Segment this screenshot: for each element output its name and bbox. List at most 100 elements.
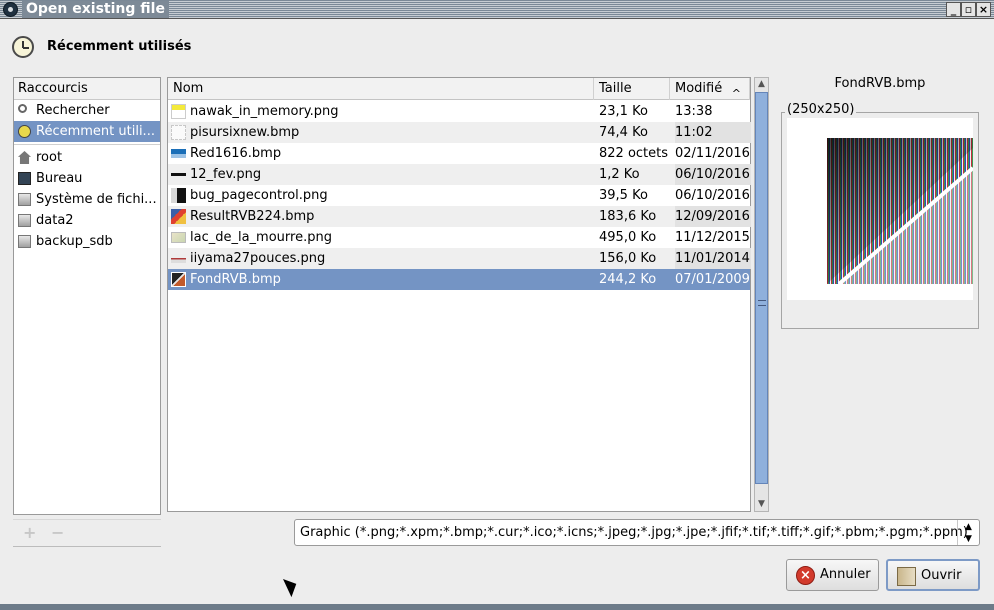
file-modified: 11:02 xyxy=(675,122,751,143)
shortcut-recent[interactable]: Récemment utili... xyxy=(14,121,160,142)
shortcut-root[interactable]: root xyxy=(14,147,160,168)
file-modified: 11/01/2014 xyxy=(675,248,751,269)
bmp-file-icon xyxy=(171,125,186,140)
file-modified: 12/09/2016 xyxy=(675,206,751,227)
title-bar: Open existing file _ ▫ × xyxy=(0,0,994,19)
remove-shortcut-button[interactable]: − xyxy=(51,523,64,542)
mouse-cursor-icon xyxy=(283,574,301,598)
file-modified: 02/11/2016 xyxy=(675,146,750,161)
file-type-filter[interactable]: Graphic (*.png;*.xpm;*.bmp;*.cur;*.ico;*… xyxy=(294,519,980,546)
column-modified[interactable]: Modifié ^ xyxy=(670,78,750,100)
shortcut-label: Rechercher xyxy=(36,103,110,118)
file-name: FondRVB.bmp xyxy=(190,272,281,287)
file-size: 23,1 Ko xyxy=(599,104,648,119)
shortcut-label: Récemment utili... xyxy=(36,124,155,139)
preview-image xyxy=(787,118,973,300)
updown-arrow-icon: ▲ ▼ xyxy=(957,520,979,545)
file-size: 39,5 Ko xyxy=(599,188,648,203)
file-modified: 06/10/2016 xyxy=(675,164,751,185)
png-file-icon xyxy=(171,254,186,263)
shortcut-label: Bureau xyxy=(36,171,83,186)
file-name: lac_de_la_mourre.png xyxy=(190,230,332,245)
open-button[interactable]: Ouvrir xyxy=(886,559,980,591)
file-name: Red1616.bmp xyxy=(190,146,282,161)
file-name: pisursixnew.bmp xyxy=(190,125,300,140)
file-list: Nom Taille Modifié ^ nawak_in_memory.png… xyxy=(167,77,751,512)
window-title: Open existing file xyxy=(22,1,169,18)
file-modified: 11/12/2015 xyxy=(675,230,750,245)
file-row[interactable]: iiyama27pouces.png 156,0 Ko 11/01/2014 xyxy=(168,248,751,269)
maximize-button[interactable]: ▫ xyxy=(961,2,976,17)
shortcuts-panel: Raccourcis Rechercher Récemment utili...… xyxy=(13,77,161,515)
cancel-button-label: Annuler xyxy=(820,567,871,582)
file-name: nawak_in_memory.png xyxy=(190,104,339,119)
window-bottom-border xyxy=(0,604,994,610)
desktop-icon xyxy=(18,172,31,185)
file-row[interactable]: nawak_in_memory.png 23,1 Ko 13:38 xyxy=(168,101,750,122)
file-size: 156,0 Ko xyxy=(599,251,657,266)
png-file-icon xyxy=(171,173,186,176)
file-size: 183,6 Ko xyxy=(599,209,657,224)
file-name: iiyama27pouces.png xyxy=(190,251,326,266)
file-row[interactable]: pisursixnew.bmp 74,4 Ko 11:02 xyxy=(168,122,751,143)
file-row[interactable]: 12_fev.png 1,2 Ko 06/10/2016 xyxy=(168,164,751,185)
shortcut-filesystem[interactable]: Système de fichi... xyxy=(14,189,160,210)
file-name: bug_pagecontrol.png xyxy=(190,188,328,203)
drive-icon xyxy=(18,193,31,206)
add-shortcut-button[interactable]: + xyxy=(23,523,36,542)
file-modified: 07/01/2009 xyxy=(675,272,750,287)
scroll-down-icon[interactable]: ▼ xyxy=(755,498,768,511)
png-file-icon xyxy=(171,188,186,203)
recent-clock-icon xyxy=(12,36,34,58)
png-file-icon xyxy=(171,232,186,243)
shortcut-data2[interactable]: data2 xyxy=(14,210,160,231)
shortcut-label: data2 xyxy=(36,213,74,228)
file-modified: 06/10/2016 xyxy=(675,188,750,203)
file-row-selected[interactable]: FondRVB.bmp 244,2 Ko 07/01/2009 xyxy=(168,269,750,290)
open-folder-icon xyxy=(897,567,916,586)
shortcut-desktop[interactable]: Bureau xyxy=(14,168,160,189)
search-icon xyxy=(18,104,27,113)
app-icon xyxy=(3,2,18,17)
scroll-thumb[interactable] xyxy=(755,92,768,484)
column-name[interactable]: Nom xyxy=(168,78,594,100)
shortcut-label: backup_sdb xyxy=(36,234,113,249)
home-icon xyxy=(18,151,31,164)
grip-icon xyxy=(758,300,766,306)
shortcut-search[interactable]: Rechercher xyxy=(14,100,160,121)
file-row[interactable]: bug_pagecontrol.png 39,5 Ko 06/10/2016 xyxy=(168,185,750,206)
file-size: 244,2 Ko xyxy=(599,272,657,287)
file-size: 1,2 Ko xyxy=(599,167,640,182)
file-row[interactable]: Red1616.bmp 822 octets 02/11/2016 xyxy=(168,143,750,164)
location-title: Récemment utilisés xyxy=(47,39,192,54)
preview-thumbnail xyxy=(827,138,973,284)
shortcut-label: Système de fichi... xyxy=(36,192,157,207)
file-name: ResultRVB224.bmp xyxy=(190,209,315,224)
file-type-filter-value: Graphic (*.png;*.xpm;*.bmp;*.cur;*.ico;*… xyxy=(300,525,968,540)
bmp-file-icon xyxy=(171,209,186,224)
recent-icon xyxy=(18,125,31,138)
open-button-label: Ouvrir xyxy=(921,568,962,583)
shortcut-backup-sdb[interactable]: backup_sdb xyxy=(14,231,160,252)
file-size: 822 octets xyxy=(599,146,669,161)
bmp-file-icon xyxy=(171,149,186,158)
shortcut-label: root xyxy=(36,150,63,165)
column-size[interactable]: Taille xyxy=(594,78,670,100)
file-list-scrollbar[interactable]: ▲ ▼ xyxy=(754,77,769,512)
file-list-header: Nom Taille Modifié ^ xyxy=(168,78,750,100)
preview-dimensions: (250x250) xyxy=(785,102,857,117)
file-row[interactable]: lac_de_la_mourre.png 495,0 Ko 11/12/2015 xyxy=(168,227,750,248)
file-size: 74,4 Ko xyxy=(599,125,648,140)
cancel-button[interactable]: × Annuler xyxy=(786,559,879,591)
file-modified: 13:38 xyxy=(675,104,713,119)
minimize-button[interactable]: _ xyxy=(946,2,961,17)
shortcuts-header[interactable]: Raccourcis xyxy=(14,78,160,100)
shortcut-buttons: + − xyxy=(13,519,161,547)
column-modified-label: Modifié xyxy=(675,81,723,96)
bmp-file-icon xyxy=(171,272,186,287)
scroll-up-icon[interactable]: ▲ xyxy=(755,78,768,91)
close-button[interactable]: × xyxy=(976,2,991,17)
cancel-icon: × xyxy=(796,566,815,585)
file-size: 495,0 Ko xyxy=(599,230,657,245)
file-row[interactable]: ResultRVB224.bmp 183,6 Ko 12/09/2016 xyxy=(168,206,751,227)
